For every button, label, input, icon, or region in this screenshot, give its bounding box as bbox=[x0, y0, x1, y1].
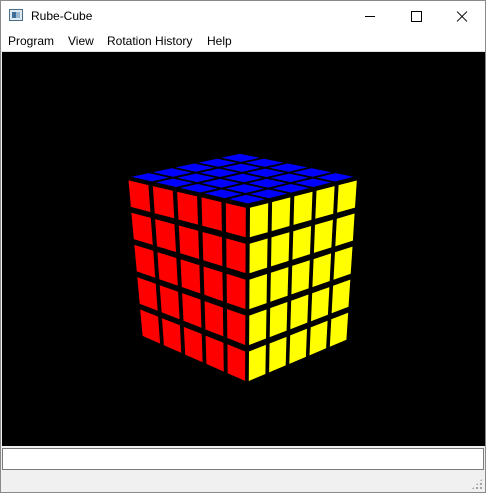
minimize-icon bbox=[365, 15, 375, 17]
menu-help[interactable]: Help bbox=[207, 34, 232, 48]
right-sticker[interactable] bbox=[337, 180, 357, 213]
rubiks-cube-render[interactable] bbox=[2, 52, 485, 446]
menu-view[interactable]: View bbox=[68, 34, 94, 48]
right-sticker[interactable] bbox=[249, 203, 269, 238]
left-sticker[interactable] bbox=[225, 203, 246, 238]
right-sticker[interactable] bbox=[249, 274, 267, 310]
command-input[interactable] bbox=[2, 448, 484, 470]
maximize-icon bbox=[410, 10, 422, 22]
minimize-button[interactable] bbox=[347, 1, 393, 31]
right-sticker[interactable] bbox=[293, 191, 313, 225]
menu-bar: Program View Rotation History Help bbox=[1, 31, 485, 52]
title-bar[interactable]: Rube-Cube bbox=[1, 1, 485, 31]
left-sticker[interactable] bbox=[152, 186, 175, 219]
right-sticker[interactable] bbox=[315, 186, 335, 219]
window-title: Rube-Cube bbox=[31, 9, 93, 23]
resize-grip-icon[interactable] bbox=[471, 478, 483, 490]
menu-rotation-history[interactable]: Rotation History bbox=[107, 34, 192, 48]
left-sticker[interactable] bbox=[226, 238, 246, 274]
left-sticker[interactable] bbox=[177, 191, 198, 225]
status-bar bbox=[1, 470, 485, 492]
app-icon bbox=[9, 9, 23, 21]
close-button[interactable] bbox=[439, 1, 485, 31]
app-window: Rube-Cube Program View Rotation History … bbox=[0, 0, 486, 493]
right-sticker[interactable] bbox=[271, 197, 291, 232]
maximize-button[interactable] bbox=[393, 1, 439, 31]
cube-viewport[interactable] bbox=[2, 52, 485, 446]
right-sticker[interactable] bbox=[249, 238, 268, 274]
left-sticker[interactable] bbox=[201, 197, 222, 231]
right-sticker[interactable] bbox=[271, 232, 290, 267]
menu-program[interactable]: Program bbox=[8, 34, 54, 48]
close-icon bbox=[456, 10, 468, 22]
